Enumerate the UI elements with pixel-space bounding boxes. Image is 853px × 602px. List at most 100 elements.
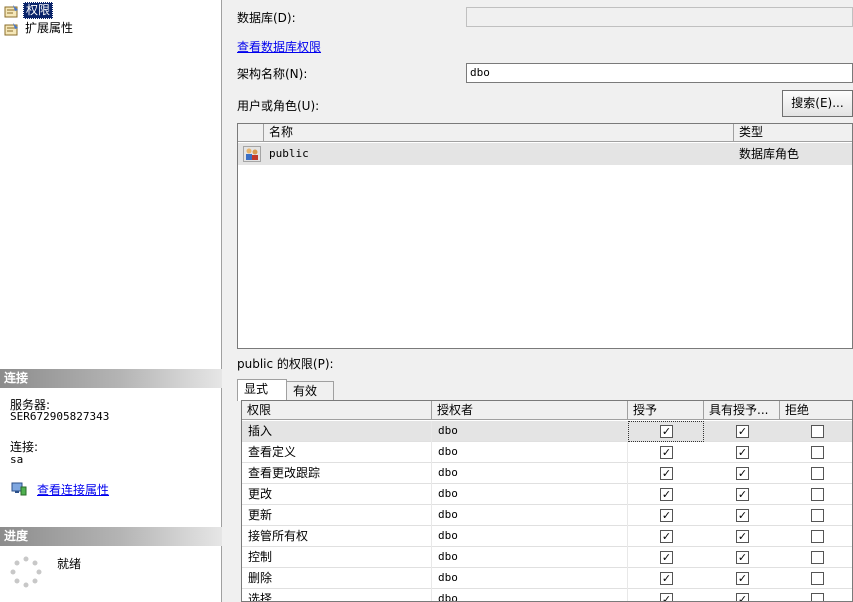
deny-checkbox[interactable] <box>811 467 824 480</box>
permissions-page-icon <box>4 4 20 18</box>
deny-checkbox[interactable] <box>811 488 824 501</box>
user-type-cell: 数据库角色 <box>739 147 800 161</box>
permission-column-header[interactable]: 权限 <box>242 401 432 420</box>
checkmark-icon: ✓ <box>737 593 748 602</box>
table-row[interactable]: 查看定义 dbo ✓ ✓ <box>242 442 852 463</box>
grant-checkbox[interactable]: ✓ <box>660 530 673 543</box>
grantor-column-header[interactable]: 授权者 <box>432 401 628 420</box>
grant-checkbox[interactable]: ✓ <box>660 509 673 522</box>
table-row[interactable]: 选择 dbo ✓ ✓ <box>242 589 852 602</box>
with-grant-checkbox[interactable]: ✓ <box>736 488 749 501</box>
checkmark-icon: ✓ <box>737 572 748 585</box>
connection-properties-icon <box>11 482 27 496</box>
permissions-grid: 权限 授权者 授予 具有授予... 拒绝 插入 dbo ✓ ✓ 查看定义 dbo ✓ ✓ 查看更… <box>241 400 853 602</box>
name-column-header[interactable]: 名称 <box>264 124 734 142</box>
database-field <box>466 7 853 27</box>
checkmark-icon: ✓ <box>661 572 672 585</box>
checkmark-icon: ✓ <box>737 425 748 438</box>
grant-checkbox[interactable]: ✓ <box>660 593 673 602</box>
type-column-header[interactable]: 类型 <box>734 124 852 142</box>
table-row[interactable]: 控制 dbo ✓ ✓ <box>242 547 852 568</box>
permission-cell: 更改 <box>242 484 432 505</box>
left-pane: 权限 扩展属性 连接 服务器: SER672905827343 连接: sa 查… <box>0 0 222 602</box>
with-grant-checkbox[interactable]: ✓ <box>736 551 749 564</box>
grantor-cell: dbo <box>432 505 628 526</box>
checkmark-icon: ✓ <box>661 530 672 543</box>
progress-spinner-icon <box>10 556 42 588</box>
checkmark-icon: ✓ <box>737 446 748 459</box>
grant-checkbox[interactable]: ✓ <box>660 551 673 564</box>
with-grant-checkbox[interactable]: ✓ <box>736 509 749 522</box>
deny-checkbox[interactable] <box>811 572 824 585</box>
database-role-icon <box>243 146 261 162</box>
checkmark-icon: ✓ <box>737 551 748 564</box>
tab-explicit[interactable]: 显式 <box>237 379 287 401</box>
schema-label: 架构名称(N): <box>237 67 308 81</box>
permission-cell: 选择 <box>242 589 432 601</box>
search-button[interactable]: 搜索(E)... <box>782 90 853 117</box>
with-grant-checkbox[interactable]: ✓ <box>736 467 749 480</box>
checkmark-icon: ✓ <box>737 530 748 543</box>
checkmark-icon: ✓ <box>661 425 672 438</box>
grant-checkbox[interactable]: ✓ <box>660 572 673 585</box>
connection-section-header: 连接 <box>0 369 222 388</box>
right-pane: 数据库(D): 查看数据库权限 架构名称(N): dbo 用户或角色(U): 搜… <box>223 0 853 602</box>
nav-item-extended-properties[interactable]: 扩展属性 <box>4 20 75 37</box>
with-grant-checkbox[interactable]: ✓ <box>736 425 749 438</box>
grantor-cell: dbo <box>432 568 628 589</box>
with-grant-checkbox[interactable]: ✓ <box>736 572 749 585</box>
checkmark-icon: ✓ <box>661 446 672 459</box>
grantor-cell: dbo <box>432 547 628 568</box>
table-row[interactable]: 删除 dbo ✓ ✓ <box>242 568 852 589</box>
permission-cell: 查看定义 <box>242 442 432 463</box>
grant-column-header[interactable]: 授予 <box>628 401 704 420</box>
view-connection-properties-link[interactable]: 查看连接属性 <box>37 481 109 498</box>
grant-checkbox[interactable]: ✓ <box>660 488 673 501</box>
tab-effective[interactable]: 有效 <box>286 381 334 401</box>
with-grant-checkbox[interactable]: ✓ <box>736 530 749 543</box>
checkmark-icon: ✓ <box>737 488 748 501</box>
checkmark-icon: ✓ <box>661 551 672 564</box>
icon-column-header[interactable] <box>238 124 264 142</box>
grantor-cell: dbo <box>432 526 628 547</box>
grant-checkbox[interactable]: ✓ <box>660 446 673 459</box>
with-grant-column-header[interactable]: 具有授予... <box>704 401 780 420</box>
schema-field[interactable]: dbo <box>466 63 853 83</box>
nav-item-label: 权限 <box>23 2 54 19</box>
extended-properties-page-icon <box>4 22 20 36</box>
with-grant-checkbox[interactable]: ✓ <box>736 446 749 459</box>
table-row[interactable]: 接管所有权 dbo ✓ ✓ <box>242 526 852 547</box>
table-row[interactable]: 查看更改跟踪 dbo ✓ ✓ <box>242 463 852 484</box>
nav-item-permissions[interactable]: 权限 <box>4 2 54 19</box>
user-name-cell: public <box>269 147 309 160</box>
permission-cell: 查看更改跟踪 <box>242 463 432 484</box>
grantor-cell: dbo <box>432 421 628 442</box>
grantor-cell: dbo <box>432 442 628 463</box>
with-grant-checkbox[interactable]: ✓ <box>736 593 749 602</box>
users-roles-grid: 名称 类型 public 数据库角色 <box>237 123 853 349</box>
deny-checkbox[interactable] <box>811 446 824 459</box>
nav-item-label: 扩展属性 <box>25 21 74 35</box>
checkmark-icon: ✓ <box>737 509 748 522</box>
table-row[interactable]: 更改 dbo ✓ ✓ <box>242 484 852 505</box>
permission-cell: 控制 <box>242 547 432 568</box>
deny-column-header[interactable]: 拒绝 <box>780 401 852 420</box>
checkmark-icon: ✓ <box>661 593 672 602</box>
grant-checkbox[interactable]: ✓ <box>660 467 673 480</box>
deny-checkbox[interactable] <box>811 509 824 522</box>
table-row[interactable]: 插入 dbo ✓ ✓ <box>242 421 852 442</box>
table-row[interactable]: public 数据库角色 <box>238 143 852 165</box>
grant-checkbox[interactable]: ✓ <box>660 425 673 438</box>
deny-checkbox[interactable] <box>811 425 824 438</box>
deny-checkbox[interactable] <box>811 593 824 601</box>
table-row[interactable]: 更新 dbo ✓ ✓ <box>242 505 852 526</box>
view-database-permissions-link[interactable]: 查看数据库权限 <box>237 38 321 55</box>
server-value: SER672905827343 <box>10 410 110 423</box>
connection-label: 连接: <box>10 440 39 454</box>
deny-checkbox[interactable] <box>811 551 824 564</box>
permissions-for-label: public 的权限(P): <box>237 357 334 371</box>
progress-status: 就绪 <box>57 557 82 571</box>
grantor-cell: dbo <box>432 484 628 505</box>
deny-checkbox[interactable] <box>811 530 824 543</box>
connection-value: sa <box>10 453 24 466</box>
